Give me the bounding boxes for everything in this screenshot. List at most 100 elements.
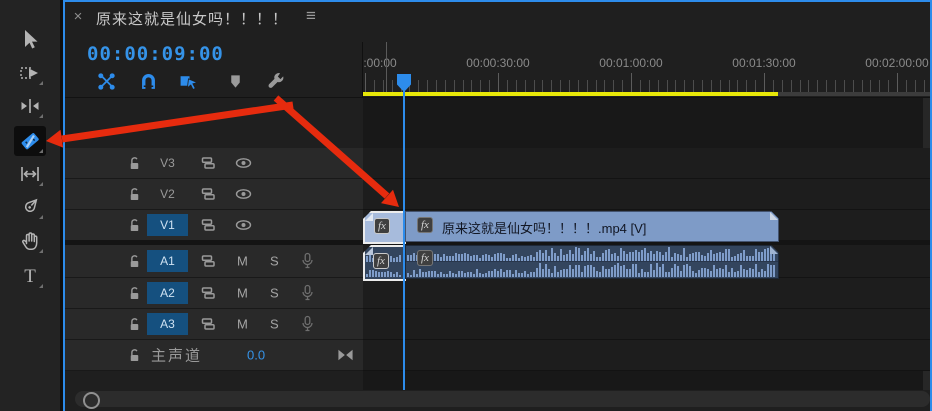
flyout-triangle [39, 249, 43, 253]
track-name-v2[interactable]: V2 [147, 183, 188, 205]
video-clip[interactable]: fx 原来这就是仙女吗！！！！.mp4 [V] [405, 211, 779, 242]
flyout-triangle [39, 182, 43, 186]
work-area-bar-rest [778, 92, 930, 96]
work-area-bar[interactable] [363, 92, 778, 96]
waveform [406, 246, 778, 261]
lock-icon[interactable] [127, 347, 142, 363]
sync-lock-icon[interactable] [200, 186, 217, 202]
snap-toggle-button[interactable] [137, 70, 159, 92]
slip-tool-button[interactable] [14, 159, 46, 189]
master-volume-value[interactable]: 0.0 [247, 348, 265, 363]
video-clip-fragment-selected[interactable]: fx [363, 211, 406, 244]
ruler-label: 00:01:00:00 [599, 56, 662, 70]
ripple-edit-tool-button[interactable] [14, 91, 46, 121]
waveform [406, 262, 778, 277]
sync-lock-icon[interactable] [200, 217, 217, 233]
lock-icon[interactable] [127, 253, 142, 269]
type-tool-button[interactable]: T [14, 261, 46, 291]
track-name-a3[interactable]: A3 [147, 313, 188, 335]
wrench-icon [266, 71, 286, 91]
scrollbar-zoom-handle[interactable] [83, 392, 100, 409]
panel-focus-border-left [63, 0, 65, 411]
panel-menu-icon[interactable]: ≡ [306, 6, 316, 26]
premiere-timeline-panel: T × 原来这就是仙女吗！！！！ ≡ 00:00:09:00 [0, 0, 932, 411]
track-name-a1[interactable]: A1 [147, 250, 188, 272]
ruler-label: 00:00:30:00 [466, 56, 529, 70]
track-header-v2: V2 [65, 179, 363, 210]
ruler-grid-line [386, 42, 387, 92]
track-select-forward-tool-button[interactable] [14, 58, 46, 88]
track-header-v1: V1 [65, 210, 363, 241]
lane-a3[interactable] [363, 309, 930, 340]
toggle-track-output-eye-icon[interactable] [235, 156, 252, 170]
pen-tool-button[interactable] [14, 192, 46, 222]
track-name-v1[interactable]: V1 [147, 214, 188, 236]
sync-lock-icon[interactable] [200, 316, 217, 332]
lock-icon[interactable] [127, 155, 142, 171]
selection-arrow-icon [18, 28, 42, 52]
svg-text:T: T [24, 266, 36, 287]
horizontal-scrollbar[interactable] [75, 391, 930, 407]
flyout-triangle [39, 114, 43, 118]
voiceover-mic-icon[interactable] [301, 316, 314, 333]
nest-toggle-icon [97, 72, 116, 91]
lane-a2[interactable] [363, 278, 930, 309]
lock-icon[interactable] [127, 217, 142, 233]
solo-button[interactable]: S [270, 286, 279, 301]
time-ruler[interactable]: 00:00:00:00 00:00:30:00 00:01:00:00 00:0… [363, 42, 930, 97]
nest-toggle-button[interactable] [95, 70, 117, 92]
sync-lock-icon[interactable] [200, 285, 217, 301]
audio-clip[interactable]: fx [405, 245, 779, 279]
mute-button[interactable]: M [237, 254, 248, 269]
linked-selection-icon [179, 72, 199, 91]
fx-badge[interactable]: fx [374, 218, 390, 234]
fx-badge[interactable]: fx [417, 217, 433, 233]
lane-master[interactable] [363, 340, 930, 371]
lock-icon[interactable] [127, 316, 142, 332]
sync-lock-icon[interactable] [200, 155, 217, 171]
hand-tool-button[interactable] [14, 226, 46, 256]
playhead-timecode[interactable]: 00:00:09:00 [87, 43, 224, 65]
lock-icon[interactable] [127, 285, 142, 301]
master-track-label: 主声道 [151, 345, 202, 366]
mute-button[interactable]: M [237, 317, 248, 332]
lane-v3[interactable] [363, 148, 930, 179]
playhead-line[interactable] [403, 90, 405, 390]
track-header-a2: A2 M S [65, 278, 363, 309]
flyout-triangle [39, 81, 43, 85]
toggle-track-output-eye-icon[interactable] [235, 187, 252, 201]
timeline-settings-button[interactable] [265, 70, 287, 92]
razor-tool-button[interactable] [14, 126, 46, 156]
audio-clip-fragment-selected[interactable]: fx [363, 245, 406, 281]
sync-lock-icon[interactable] [200, 253, 217, 269]
lock-icon[interactable] [127, 186, 142, 202]
track-header-a3: A3 M S [65, 309, 363, 340]
ruler-label: 00:00:00:00 [363, 56, 397, 70]
sequence-tab-title[interactable]: 原来这就是仙女吗！！！！ [96, 8, 288, 29]
fx-badge[interactable]: fx [373, 253, 389, 269]
fx-badge[interactable]: fx [417, 250, 433, 266]
ruler-label: 00:01:30:00 [732, 56, 795, 70]
solo-button[interactable]: S [270, 317, 279, 332]
add-marker-icon [227, 73, 244, 90]
flyout-triangle [39, 215, 43, 219]
ruler-label: 00:02:00:00 [865, 56, 928, 70]
flyout-triangle [39, 149, 43, 153]
snap-magnet-icon [139, 72, 158, 91]
solo-button[interactable]: S [270, 254, 279, 269]
add-marker-button[interactable] [224, 70, 246, 92]
tab-close-button[interactable]: × [70, 8, 86, 26]
selection-tool-button[interactable] [14, 25, 46, 55]
lane-v2[interactable] [363, 179, 930, 210]
track-name-a2[interactable]: A2 [147, 282, 188, 304]
flyout-triangle [39, 284, 43, 288]
voiceover-mic-icon[interactable] [301, 285, 314, 302]
clip-title: 原来这就是仙女吗！！！！.mp4 [V] [442, 218, 646, 237]
linked-selection-button[interactable] [178, 70, 200, 92]
toggle-track-output-eye-icon[interactable] [235, 218, 252, 232]
track-header-master: 主声道 0.0 [65, 340, 363, 371]
voiceover-mic-icon[interactable] [301, 253, 314, 270]
pan-bowtie-icon[interactable] [337, 348, 354, 362]
track-name-v3[interactable]: V3 [147, 152, 188, 174]
mute-button[interactable]: M [237, 286, 248, 301]
